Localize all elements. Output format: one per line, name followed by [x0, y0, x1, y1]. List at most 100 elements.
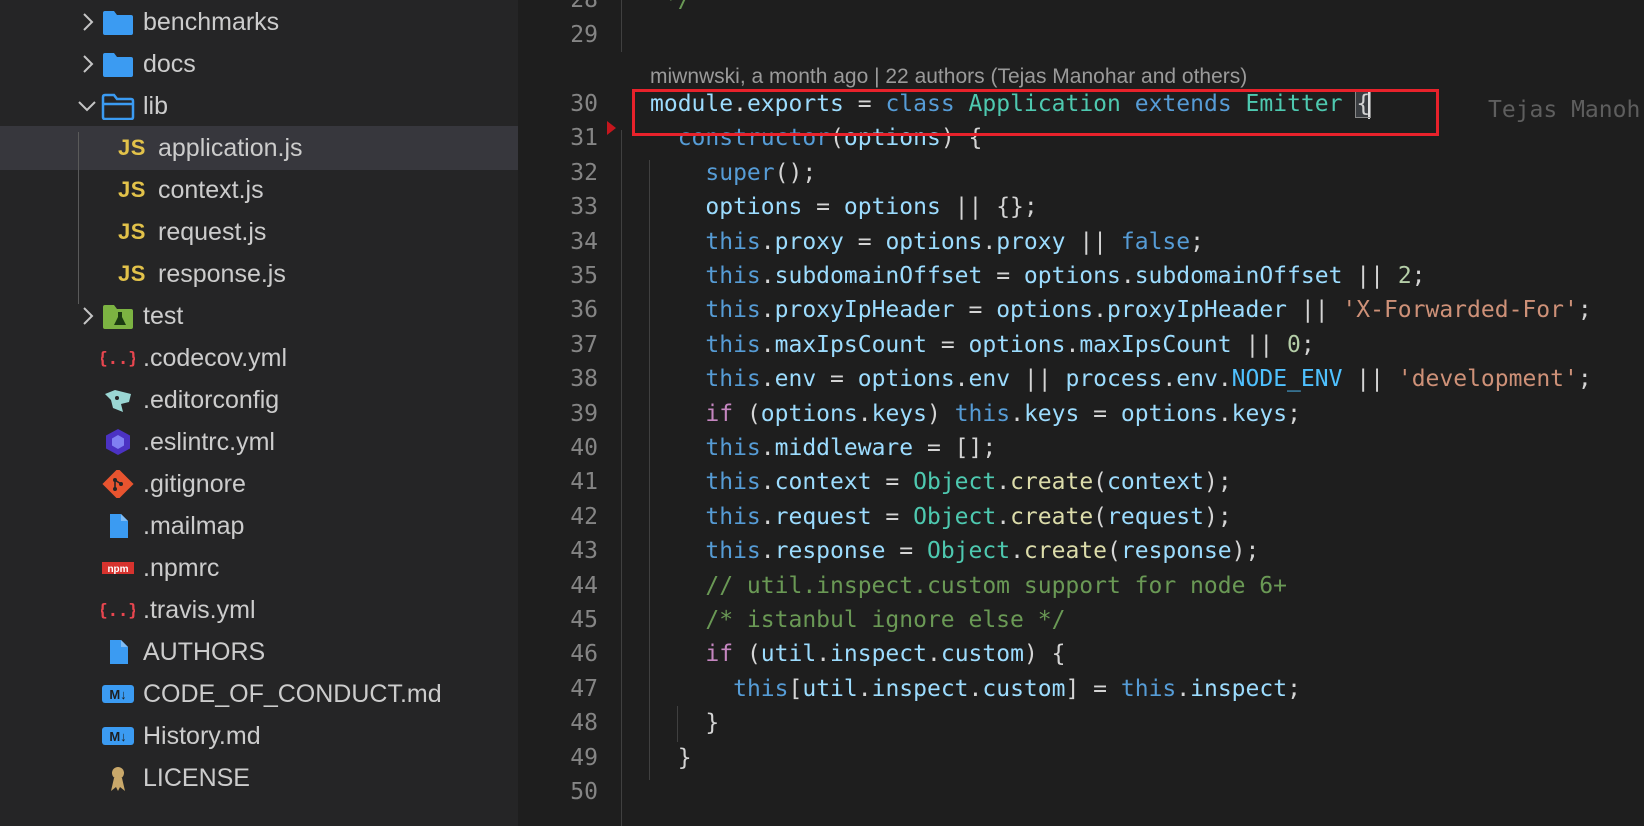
code-token: this: [705, 469, 761, 496]
code-line[interactable]: this.middleware = [];: [650, 430, 996, 466]
code-token: .: [982, 228, 997, 255]
code-line[interactable]: this.context = Object.create(context);: [650, 464, 1231, 500]
tree-item[interactable]: M↓ CODE_OF_CONDUCT.md: [0, 672, 518, 716]
code-token: .: [760, 228, 775, 255]
code-token: context: [774, 469, 872, 496]
code-token: .: [1010, 538, 1024, 565]
inline-blame-annotation: Tejas Manoh: [1488, 97, 1641, 123]
code-token: create: [1010, 469, 1094, 496]
code-token: (: [733, 641, 761, 668]
code-token: .: [996, 503, 1011, 530]
tree-item[interactable]: .eslintrc.yml: [0, 420, 518, 464]
tree-item-label: context.js: [158, 176, 264, 204]
code-line[interactable]: this[util.inspect.custom] = this.inspect…: [650, 671, 1301, 707]
code-line[interactable]: }: [650, 740, 692, 776]
code-line[interactable]: this.env = options.env || process.env.NO…: [650, 361, 1591, 397]
code-token: =: [982, 263, 1024, 289]
tree-item[interactable]: lib: [0, 84, 518, 128]
code-token: .: [760, 503, 775, 530]
line-number: 35: [570, 263, 598, 289]
tree-item[interactable]: .gitignore: [0, 462, 518, 506]
tree-item[interactable]: benchmarks: [0, 0, 518, 44]
code-token: ||: [1342, 263, 1398, 289]
code-line[interactable]: this.maxIpsCount = options.maxIpsCount |…: [650, 327, 1315, 363]
tree-item[interactable]: {..} .codecov.yml: [0, 336, 518, 380]
code-line[interactable]: this.proxyIpHeader = options.proxyIpHead…: [650, 292, 1591, 328]
code-line[interactable]: */: [650, 0, 692, 18]
code-token: context: [1107, 469, 1204, 496]
code-line[interactable]: options = options || {};: [650, 189, 1037, 225]
line-number: 36: [570, 297, 598, 324]
file-icon: [100, 511, 136, 541]
tree-item[interactable]: npm .npmrc: [0, 546, 518, 590]
code-line[interactable]: this.response = Object.create(response);: [650, 533, 1259, 569]
code-token: =: [926, 331, 969, 358]
line-number: 46: [570, 641, 598, 668]
js-icon: JS: [116, 175, 148, 205]
folder-icon: [100, 49, 136, 79]
code-token: ;: [1300, 331, 1315, 358]
code-token: inspect: [871, 675, 969, 702]
chevron-right-icon[interactable]: [76, 9, 98, 35]
line-number: 34: [570, 228, 598, 255]
code-line[interactable]: if (util.inspect.custom) {: [650, 636, 1065, 672]
code-line[interactable]: }: [650, 705, 719, 741]
code-token: options: [705, 194, 803, 221]
code-token: 'X-Forwarded-For': [1342, 297, 1578, 324]
code-token: .: [760, 435, 775, 461]
code-token: .: [857, 675, 872, 702]
line-number: 45: [570, 607, 598, 633]
tree-item[interactable]: docs: [0, 42, 518, 86]
chevron-right-icon[interactable]: [76, 303, 98, 329]
line-number: 30: [570, 91, 598, 117]
code-token: .: [816, 641, 831, 668]
tree-item[interactable]: AUTHORS: [0, 630, 518, 674]
code-token: Object: [913, 469, 997, 496]
line-number: 32: [570, 159, 598, 186]
code-token: env: [968, 366, 1011, 393]
code-token: .: [1093, 297, 1107, 324]
code-line[interactable]: this.request = Object.create(request);: [650, 499, 1231, 535]
line-number: 48: [570, 710, 598, 737]
line-number: 40: [570, 435, 598, 461]
chevron-down-icon[interactable]: [76, 93, 98, 119]
code-token: util: [760, 641, 817, 668]
code-token: response: [774, 538, 886, 565]
tree-item[interactable]: LICENSE: [0, 756, 518, 800]
code-token: inspect: [1190, 675, 1288, 702]
code-line[interactable]: this.proxy = options.proxy || false;: [650, 224, 1204, 260]
code-line[interactable]: /* istanbul ignore else */: [650, 602, 1065, 638]
code-token: create: [1010, 503, 1094, 530]
line-number: 49: [570, 744, 598, 771]
code-token: this: [705, 538, 761, 565]
tree-item[interactable]: .mailmap: [0, 504, 518, 548]
js-icon: JS: [116, 217, 148, 247]
js-badge: JS: [118, 135, 146, 160]
svg-text:M↓: M↓: [109, 729, 126, 744]
code-token: options: [996, 297, 1094, 324]
code-line[interactable]: // util.inspect.custom support for node …: [650, 568, 1287, 604]
chevron-right-icon[interactable]: [76, 51, 98, 77]
svg-text:{..}: {..}: [101, 601, 135, 621]
code-line[interactable]: super();: [650, 155, 816, 191]
tree-item-label: application.js: [158, 134, 303, 162]
code-line[interactable]: this.subdomainOffset = options.subdomain…: [650, 258, 1425, 294]
tree-item[interactable]: {..} .travis.yml: [0, 588, 518, 632]
tree-item[interactable]: .editorconfig: [0, 378, 518, 422]
code-token: keys: [871, 400, 927, 427]
code-token: NODE_ENV: [1231, 366, 1343, 393]
code-token: this: [705, 435, 761, 461]
code-token: .: [1217, 366, 1232, 393]
code-token: options: [1120, 400, 1218, 427]
code-token: request: [1107, 503, 1204, 530]
tree-item-label: lib: [143, 92, 169, 120]
tree-item[interactable]: M↓ History.md: [0, 714, 518, 758]
code-token: [: [788, 675, 803, 702]
code-token: if: [705, 641, 734, 668]
code-line[interactable]: if (options.keys) this.keys = options.ke…: [650, 396, 1301, 432]
code-token: =: [1079, 400, 1121, 427]
